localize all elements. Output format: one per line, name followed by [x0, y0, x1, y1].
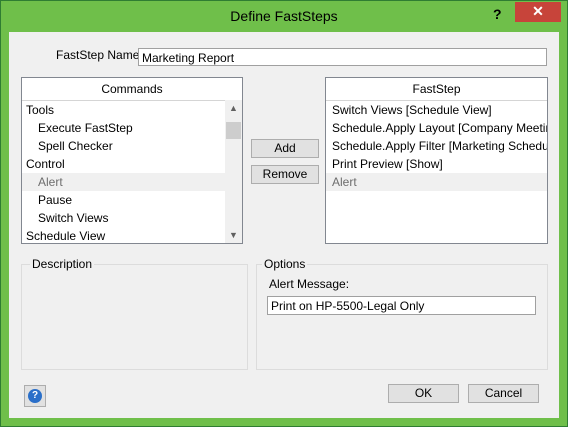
options-label: Options — [262, 257, 308, 271]
list-item[interactable]: Switch Views — [22, 209, 225, 227]
alert-message-label: Alert Message: — [269, 277, 350, 291]
commands-list[interactable]: Commands Tools Execute FastStep Spell Chec… — [21, 77, 243, 244]
commands-header: Commands — [22, 78, 242, 101]
alert-message-input[interactable]: Print on HP-5500-Legal Only — [267, 296, 536, 315]
help-button[interactable]: ? — [493, 6, 502, 22]
remove-button[interactable]: Remove — [251, 165, 319, 184]
cancel-button[interactable]: Cancel — [468, 384, 539, 403]
list-item[interactable]: Schedule.Apply Layout [Company Meeting..… — [326, 119, 547, 137]
list-item[interactable]: Control — [22, 155, 225, 173]
faststep-name-label: FastStep Name: — [56, 48, 143, 62]
commands-scrollbar[interactable]: ▲ ▼ — [225, 100, 242, 243]
dialog-window: Define FastSteps ? ✕ FastStep Name: Mark… — [0, 0, 568, 427]
list-item[interactable]: Schedule.Apply Filter [Marketing Schedul… — [326, 137, 547, 155]
scroll-thumb[interactable] — [226, 122, 241, 139]
close-button[interactable]: ✕ — [515, 2, 561, 22]
list-item[interactable]: Alert — [326, 173, 547, 191]
title-bar[interactable]: Define FastSteps ? ✕ — [1, 1, 567, 32]
dialog-title: Define FastSteps — [230, 8, 338, 24]
list-item[interactable]: Schedule View — [22, 227, 225, 243]
list-item[interactable]: Alert — [22, 173, 225, 191]
scroll-up-arrow-icon[interactable]: ▲ — [225, 100, 242, 116]
list-item[interactable]: Tools — [22, 101, 225, 119]
faststep-name-input[interactable]: Marketing Report — [138, 48, 547, 66]
dialog-body: FastStep Name: Marketing Report Commands… — [9, 32, 559, 418]
list-item[interactable]: Execute FastStep — [22, 119, 225, 137]
list-item[interactable]: Print Preview [Show] — [326, 155, 547, 173]
scroll-down-arrow-icon[interactable]: ▼ — [225, 227, 242, 243]
list-item[interactable]: Switch Views [Schedule View] — [326, 101, 547, 119]
add-button[interactable]: Add — [251, 139, 319, 158]
faststep-items: Switch Views [Schedule View] Schedule.App… — [326, 101, 547, 243]
commands-items: Tools Execute FastStep Spell Checker Contro… — [22, 101, 225, 243]
ok-button[interactable]: OK — [388, 384, 459, 403]
description-group — [21, 264, 248, 370]
description-label: Description — [30, 257, 95, 271]
help-icon: ? — [28, 389, 42, 403]
faststep-header: FastStep — [326, 78, 547, 101]
list-item[interactable]: Pause — [22, 191, 225, 209]
faststep-list[interactable]: FastStep Switch Views [Schedule View] Sch… — [325, 77, 548, 244]
list-item[interactable]: Spell Checker — [22, 137, 225, 155]
help-icon-button[interactable]: ? — [24, 385, 46, 407]
